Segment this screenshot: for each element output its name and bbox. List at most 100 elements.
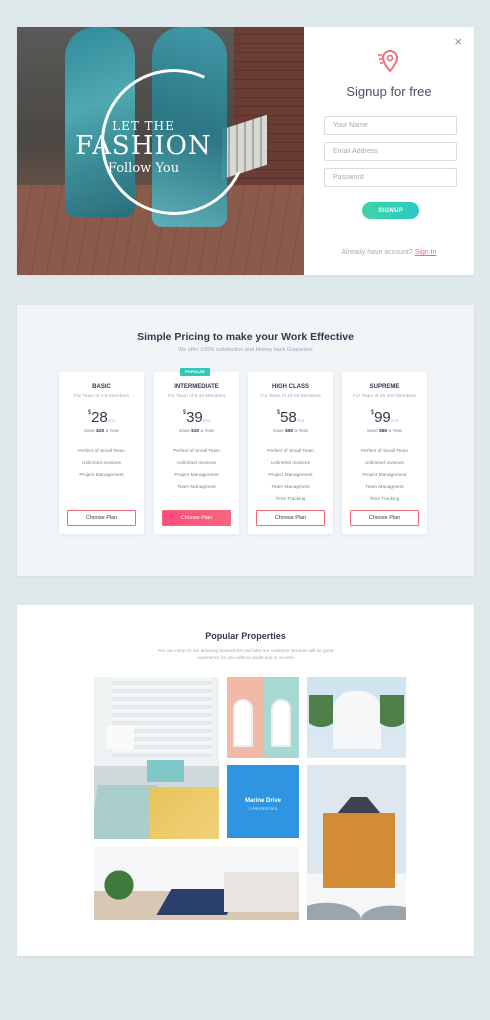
email-field[interactable] <box>324 142 457 161</box>
plan-feature: Perfect of Small Team <box>173 449 220 454</box>
save-prefix: Save <box>83 429 95 434</box>
save-suffix: a Year <box>294 429 309 434</box>
plan-savings: Save $80 a Year <box>342 429 427 434</box>
plan-feature: Team Managment <box>177 485 216 490</box>
plan-feature: Unlimited Invoices <box>271 461 310 466</box>
lamp <box>106 725 134 749</box>
plan-feature: Unlimited Invoices <box>177 461 216 466</box>
choose-plan-button[interactable]: Choose Plan <box>256 510 325 526</box>
save-suffix: a Year <box>105 429 120 434</box>
properties-card: Popular Properties You can relay on our … <box>17 605 474 956</box>
property-tile-marine-drive[interactable]: Marine Drive 3 PROPERTIES <box>227 765 299 838</box>
hero-line2: FASHION <box>75 131 212 161</box>
price-amount: 58 <box>280 409 297 426</box>
property-image-snow-house[interactable] <box>307 765 406 920</box>
property-image-bedroom[interactable] <box>94 847 299 920</box>
signup-button[interactable]: SIGNUP <box>362 202 419 219</box>
plan-feature: Project Management <box>79 473 124 478</box>
save-suffix: a Year <box>388 429 403 434</box>
choose-plan-button[interactable]: Choose Plan <box>162 510 231 526</box>
villa <box>333 691 381 749</box>
save-prefix: Save <box>272 429 284 434</box>
plan-savings: Save $50 a Year <box>248 429 333 434</box>
property-image-living-room[interactable] <box>94 677 219 839</box>
price-period: /mo <box>202 418 211 423</box>
plan-team-size: For Team of 2-5 Members <box>73 394 130 399</box>
plan-name: SUPREME <box>369 384 400 390</box>
pillow <box>149 787 219 839</box>
pricing-title: Simple Pricing to make your Work Effecti… <box>137 331 354 343</box>
plan-basic: BASIC For Team of 2-5 Members $28/mo Sav… <box>59 372 144 534</box>
plan-name: BASIC <box>92 384 111 390</box>
bed <box>224 872 299 912</box>
plan-price: $39/mo <box>154 409 239 429</box>
currency-symbol: $ <box>276 410 281 416</box>
price-amount: 39 <box>186 409 203 426</box>
signin-link[interactable]: Sign In <box>415 249 437 256</box>
price-period: /mo <box>296 418 305 423</box>
plan-supreme: SUPREME For Team of 25-100 Members $99/m… <box>342 372 427 534</box>
price-amount: 99 <box>374 409 391 426</box>
plan-feature: Perfect of Small Team <box>361 449 408 454</box>
property-image-doors[interactable] <box>227 677 299 758</box>
signin-prompt: Already have account? Sign In <box>304 249 474 256</box>
house <box>323 813 395 888</box>
plan-high-class: HIGH CLASS For Team of 10-25 Members $58… <box>248 372 333 534</box>
plan-team-size: For Team of 5-10 Members <box>167 394 226 399</box>
currency-symbol: $ <box>182 410 187 416</box>
plan-feature: Unlimited Invoices <box>365 461 404 466</box>
signup-form: × Signup for free SIGNUP Already have ac… <box>304 27 474 275</box>
password-field[interactable] <box>324 168 457 187</box>
hero-line3: Follow You <box>107 161 180 176</box>
plan-price: $58/mo <box>248 409 333 429</box>
plan-price: $99/mo <box>342 409 427 429</box>
save-amount: $80 <box>379 429 388 434</box>
plan-savings: Save $20 a Year <box>59 429 144 434</box>
popular-badge: POPULAR <box>180 368 210 376</box>
price-period: /mo <box>390 418 399 423</box>
signup-card: LET THE FASHION Follow You × Signup for … <box>17 27 474 275</box>
save-amount: $50 <box>285 429 294 434</box>
name-field[interactable] <box>324 116 457 135</box>
door <box>271 699 291 747</box>
property-image-villa[interactable] <box>307 677 406 758</box>
plant <box>102 865 136 905</box>
currency-symbol: $ <box>370 410 375 416</box>
plan-team-size: For Team of 25-100 Members <box>352 394 417 399</box>
teal-box <box>147 760 184 782</box>
price-amount: 28 <box>91 409 108 426</box>
price-period: /mo <box>107 418 116 423</box>
plan-feature: Time Tracking <box>275 497 306 502</box>
signup-title: Signup for free <box>346 84 432 99</box>
pricing-card: Simple Pricing to make your Work Effecti… <box>17 305 474 576</box>
plan-feature: Perfect of Small Team <box>267 449 314 454</box>
properties-title: Popular Properties <box>205 631 286 641</box>
plan-feature: Project Management <box>362 473 407 478</box>
properties-subtitle: You can relay on our amazing features li… <box>157 648 334 660</box>
plan-feature: Team Managment <box>271 485 310 490</box>
save-amount: $30 <box>191 429 200 434</box>
snowy-trees <box>307 880 406 920</box>
door <box>233 699 253 747</box>
choose-plan-button[interactable]: Choose Plan <box>350 510 419 526</box>
plan-savings: Save $30 a Year <box>154 429 239 434</box>
plan-feature: Time Tracking <box>369 497 400 502</box>
save-suffix: a Year <box>200 429 215 434</box>
choose-plan-button[interactable]: Choose Plan <box>67 510 136 526</box>
plan-feature: Perfect of Small Team <box>78 449 125 454</box>
pricing-subtitle: We offer 100% satisfaction and Money bac… <box>178 347 313 353</box>
plan-price: $28/mo <box>59 409 144 429</box>
plan-feature: Unlimited Invoices <box>82 461 121 466</box>
plan-name: INTERMEDIATE <box>174 384 219 390</box>
plan-name: HIGH CLASS <box>271 384 309 390</box>
plan-intermediate: POPULAR INTERMEDIATE For Team of 5-10 Me… <box>154 368 239 534</box>
plan-feature: Team Managment <box>365 485 404 490</box>
plan-team-size: For Team of 10-25 Members <box>260 394 321 399</box>
close-icon[interactable]: × <box>454 34 462 49</box>
plan-feature: Project Management <box>174 473 219 478</box>
palm-tree <box>309 695 333 755</box>
property-count: 3 PROPERTIES <box>248 806 278 811</box>
location-pin-icon <box>378 49 399 73</box>
save-prefix: Save <box>178 429 190 434</box>
save-prefix: Save <box>366 429 378 434</box>
